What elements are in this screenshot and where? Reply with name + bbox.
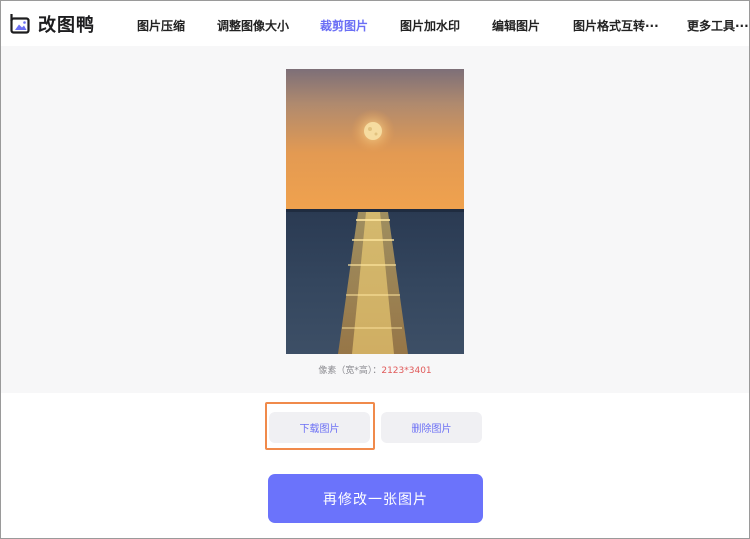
preview-area: 像素（宽*高）：2123*3401 [1,46,749,393]
nav-item-edit[interactable]: 编辑图片 [492,17,540,34]
nav-item-watermark[interactable]: 图片加水印 [400,17,460,34]
sunset-sea-photo [286,69,464,354]
download-button[interactable]: 下载图片 [269,412,370,443]
dims-value: 2123*3401 [381,366,432,376]
nav-item-compress[interactable]: 图片压缩 [137,17,185,34]
modify-another-button[interactable]: 再修改一张图片 [268,474,483,523]
main-nav: 图片压缩 调整图像大小 裁剪图片 图片加水印 编辑图片 图片格式互转··· 更多… [1,1,749,46]
nav-item-crop[interactable]: 裁剪图片 [320,17,368,34]
delete-button[interactable]: 删除图片 [381,412,482,443]
nav-item-format-convert[interactable]: 图片格式互转··· [573,17,659,34]
image-dimensions: 像素（宽*高）：2123*3401 [1,363,749,376]
nav-item-resize[interactable]: 调整图像大小 [217,17,289,34]
top-header: 改图鸭 图片压缩 调整图像大小 裁剪图片 图片加水印 编辑图片 图片格式互转··… [1,1,749,46]
app-window: 改图鸭 图片压缩 调整图像大小 裁剪图片 图片加水印 编辑图片 图片格式互转··… [0,0,750,539]
nav-item-more-tools[interactable]: 更多工具··· [687,17,749,34]
dims-label: 像素（宽*高）： [318,366,382,376]
